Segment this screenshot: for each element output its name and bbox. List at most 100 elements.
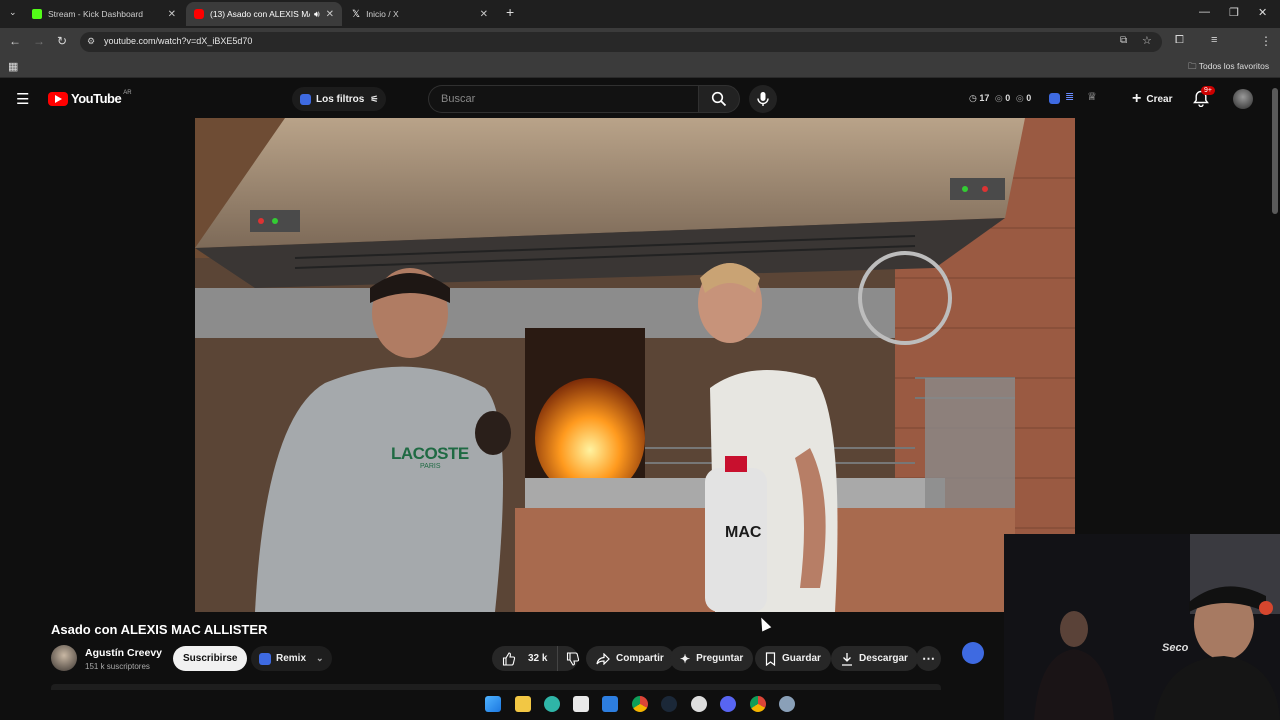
url-text: youtube.com/watch?v=dX_iBXE5d70 <box>104 36 253 46</box>
windows-start-icon[interactable] <box>485 696 501 712</box>
discord-icon[interactable] <box>720 696 736 712</box>
share-button[interactable]: Compartir <box>586 646 674 671</box>
chrome-active-icon[interactable] <box>750 696 766 712</box>
speaker-icon[interactable]: 🔊︎ <box>314 9 320 20</box>
forward-icon[interactable]: → <box>33 34 45 48</box>
stat-c: 0 <box>1026 93 1032 103</box>
channel-name[interactable]: Agustín Creevy <box>85 647 162 659</box>
video-player[interactable]: LACOSTE PARIS MAC <box>195 118 1075 612</box>
mail-app-icon[interactable] <box>602 696 618 712</box>
tab-title: Inicio / X <box>366 9 399 19</box>
microsoft-store-icon[interactable] <box>573 696 589 712</box>
account-avatar[interactable] <box>1233 89 1253 109</box>
youtube-wordmark: YouTube <box>71 91 122 106</box>
github-icon[interactable] <box>691 696 707 712</box>
all-bookmarks-folder[interactable]: 🗀︎ Todos los favoritos <box>1188 61 1269 75</box>
like-dislike-group: 32 k <box>492 646 580 671</box>
thumbs-up-icon <box>502 651 516 666</box>
search-input[interactable]: Buscar <box>428 85 698 113</box>
like-button[interactable]: 32 k <box>492 646 559 671</box>
mouse-cursor <box>756 615 772 632</box>
subscribe-label: Suscribirse <box>183 653 238 664</box>
new-tab-icon[interactable]: + <box>506 4 514 20</box>
youtube-masthead: ☰ YouTube AR Los filtros ⚟ Buscar ◷ 17 ◎… <box>0 80 1280 118</box>
trophy-icon[interactable]: ♕ <box>1087 90 1097 103</box>
subscriber-count: 151 k suscriptores <box>85 662 150 671</box>
omnibox[interactable]: ⚙ youtube.com/watch?v=dX_iBXE5d70 ⧉ ☆ <box>80 32 1162 52</box>
sparkle-icon: ✦ <box>680 651 691 666</box>
site-info-icon[interactable]: ⚙ <box>87 36 95 47</box>
download-button[interactable]: Descargar <box>831 646 918 671</box>
streamer-webcam: Seco <box>1004 534 1280 720</box>
search-button[interactable] <box>698 85 740 113</box>
notifications-button[interactable]: 9+ <box>1193 86 1215 112</box>
steam-icon[interactable] <box>661 696 677 712</box>
share-arrow-icon <box>596 652 610 665</box>
region-code: AR <box>123 89 132 96</box>
youtube-logo[interactable]: YouTube AR <box>48 89 132 106</box>
more-actions-button[interactable]: ⋯ <box>916 646 941 671</box>
more-horizontal-icon: ⋯ <box>922 650 935 666</box>
iq-extension-button[interactable] <box>962 642 984 664</box>
reload-icon[interactable]: ↻ <box>57 34 67 48</box>
browser-menu-icon[interactable]: ⋮ <box>1260 34 1272 48</box>
close-tab-icon[interactable]: ✕ <box>480 9 488 20</box>
download-icon <box>842 652 852 666</box>
page-scrollbar[interactable] <box>1272 88 1278 214</box>
stats-extension[interactable]: ◷ 17 ◎ 0 ◎ 0 <box>969 93 1031 104</box>
media-controls-icon[interactable]: ≡ <box>1211 34 1217 46</box>
extensions-icon[interactable]: ⧠ <box>1175 34 1184 47</box>
tab-list-chevron-icon[interactable]: ⌄ <box>9 7 17 18</box>
extension-iq-icon[interactable] <box>1049 93 1060 104</box>
chevron-down-icon: ⌄ <box>316 653 324 663</box>
minimize-icon[interactable]: — <box>1199 6 1210 18</box>
subscribe-button[interactable]: Suscribirse <box>173 646 248 671</box>
list-icon[interactable]: ≣ <box>1065 90 1074 103</box>
tab-youtube-video[interactable]: (13) Asado con ALEXIS MAC 🔊︎ ✕ <box>186 2 342 26</box>
menu-hamburger-icon[interactable]: ☰ <box>16 90 29 108</box>
video-title: Asado con ALEXIS MAC ALLISTER <box>51 622 268 637</box>
tab-x-home[interactable]: 𝕏 Inicio / X ✕ <box>344 2 496 26</box>
eye-icon: ◎ <box>994 93 1003 103</box>
settings-gear-icon[interactable] <box>779 696 795 712</box>
notification-badge: 9+ <box>1201 86 1215 95</box>
stat-b: 0 <box>1005 93 1011 103</box>
save-button[interactable]: Guardar <box>755 646 831 671</box>
tab-title: (13) Asado con ALEXIS MAC <box>210 9 310 19</box>
download-label: Descargar <box>859 653 908 664</box>
apps-grid-icon[interactable]: ▦ <box>8 60 18 73</box>
shirt-brand-text: LACOSTE <box>391 444 469 463</box>
restore-icon[interactable]: ❐ <box>1229 6 1239 19</box>
kick-icon <box>32 9 42 19</box>
channel-avatar[interactable] <box>51 645 77 671</box>
chrome-icon[interactable] <box>632 696 648 712</box>
extension-iq-icon <box>259 652 271 665</box>
ask-button[interactable]: ✦ Preguntar <box>670 646 754 671</box>
bookmarks-bar: ▦ 🗀︎ Todos los favoritos <box>0 56 1280 78</box>
bookmark-icon <box>765 651 776 666</box>
close-tab-icon[interactable]: ✕ <box>326 9 334 20</box>
remix-button[interactable]: Remix ⌄ <box>251 646 332 671</box>
tab-title: Stream - Kick Dashboard <box>48 9 143 19</box>
eye-icon: ◎ <box>1015 93 1024 103</box>
install-app-icon[interactable]: ⧉ <box>1120 35 1127 46</box>
video-frame <box>195 118 1075 612</box>
thermos-text: MAC <box>725 524 762 541</box>
tab-kick-dashboard[interactable]: Stream - Kick Dashboard ✕ <box>24 2 184 26</box>
create-label: Crear <box>1146 93 1173 105</box>
bookmark-star-icon[interactable]: ☆ <box>1142 34 1152 47</box>
edge-browser-icon[interactable] <box>544 696 560 712</box>
back-icon[interactable]: ← <box>9 34 21 48</box>
filters-button[interactable]: Los filtros ⚟ <box>292 87 387 111</box>
clock-icon: ◷ <box>969 93 977 103</box>
sliders-icon: ⚟ <box>370 93 379 104</box>
close-window-icon[interactable]: ✕ <box>1258 6 1267 19</box>
voice-search-button[interactable] <box>749 85 777 113</box>
stat-a: 17 <box>979 93 990 103</box>
file-explorer-icon[interactable] <box>515 696 531 712</box>
windows-taskbar <box>480 690 800 718</box>
create-button[interactable]: + Crear <box>1122 86 1182 112</box>
close-tab-icon[interactable]: ✕ <box>168 9 176 20</box>
webcam-feed <box>1004 534 1280 720</box>
search-icon <box>711 91 727 107</box>
